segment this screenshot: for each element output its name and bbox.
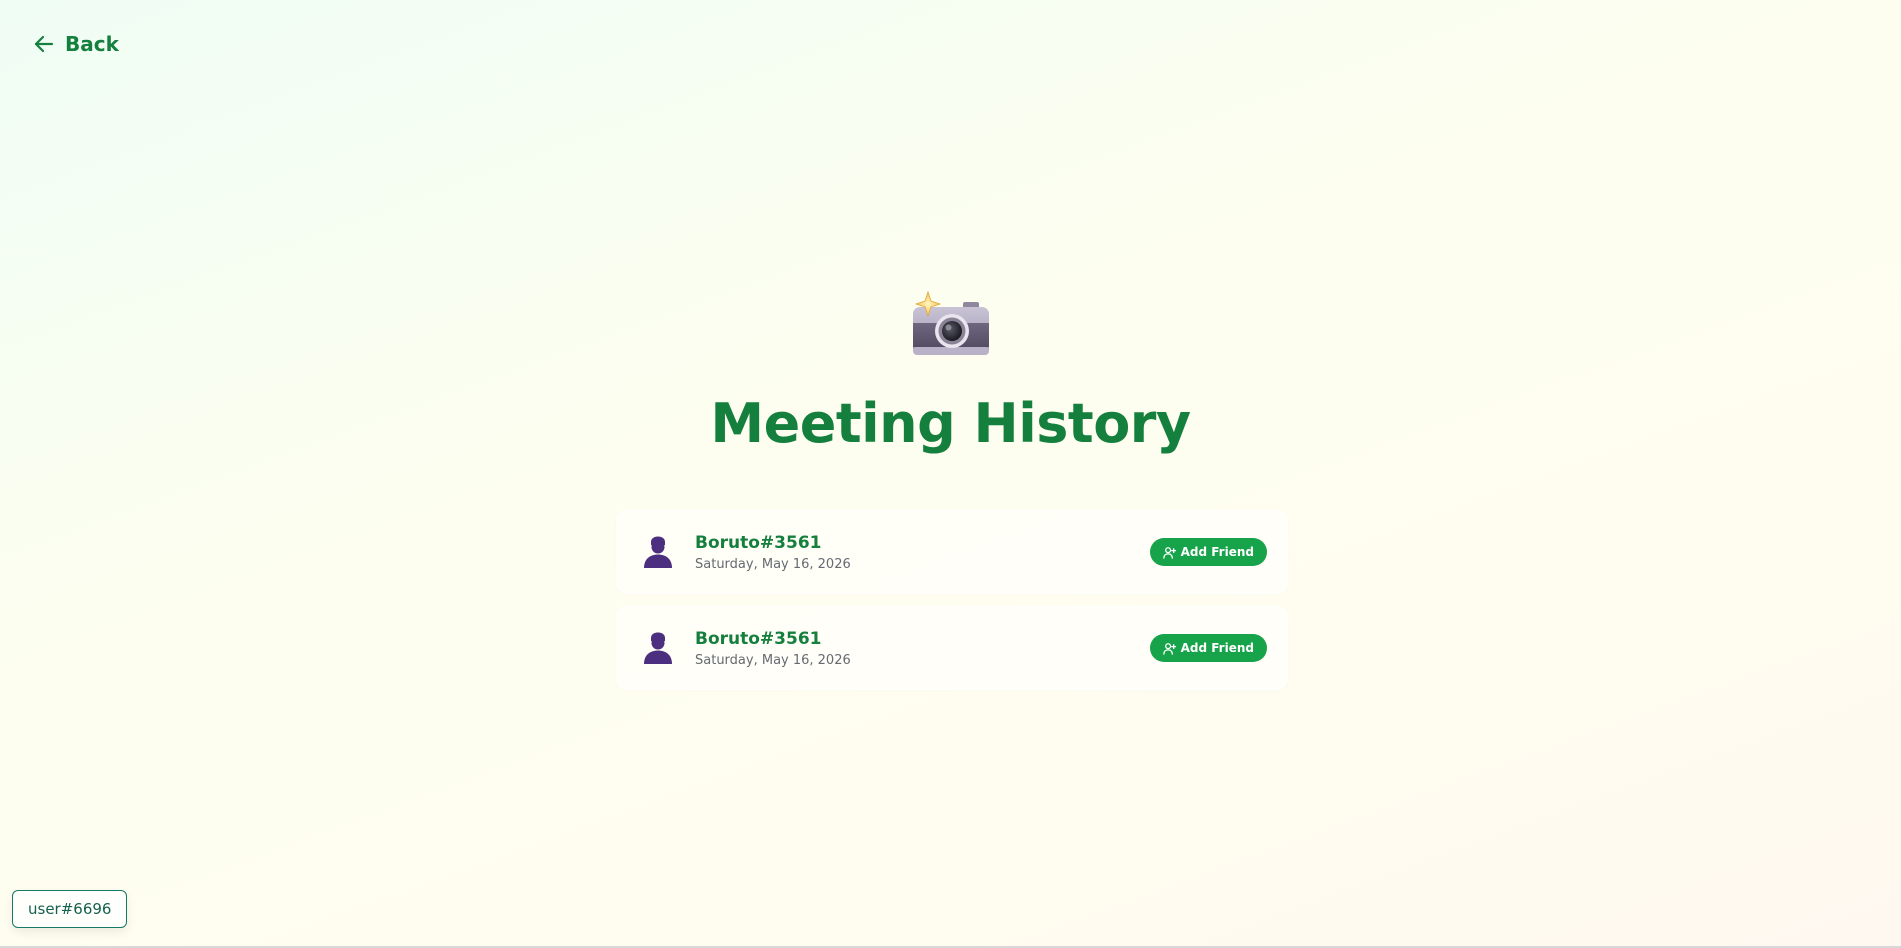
back-button[interactable]: Back (32, 32, 119, 56)
history-item: Boruto#3561 Saturday, May 16, 2026 Add F… (616, 510, 1288, 594)
user-plus-icon (1162, 546, 1176, 559)
back-label: Back (65, 32, 119, 56)
meeting-history-list: Boruto#3561 Saturday, May 16, 2026 Add F… (616, 510, 1288, 690)
current-user-badge[interactable]: user#6696 (12, 890, 128, 928)
page-title: Meeting History (710, 392, 1191, 455)
arrow-left-icon (34, 35, 54, 53)
add-friend-button[interactable]: Add Friend (1149, 634, 1267, 662)
add-friend-label: Add Friend (1180, 545, 1254, 559)
camera-with-flash-icon (912, 290, 989, 355)
user-plus-icon (1162, 642, 1176, 655)
person-silhouette-icon (644, 536, 672, 568)
contact-name: Boruto#3561 (695, 628, 822, 649)
contact-name: Boruto#3561 (695, 532, 822, 553)
hero: Meeting History (0, 290, 1901, 455)
add-friend-label: Add Friend (1180, 641, 1254, 655)
meeting-date: Saturday, May 16, 2026 (695, 556, 851, 572)
current-user-label: user#6696 (28, 900, 112, 918)
person-silhouette-icon (644, 632, 672, 664)
meeting-date: Saturday, May 16, 2026 (695, 652, 851, 668)
history-item: Boruto#3561 Saturday, May 16, 2026 Add F… (616, 606, 1288, 690)
add-friend-button[interactable]: Add Friend (1149, 538, 1267, 566)
